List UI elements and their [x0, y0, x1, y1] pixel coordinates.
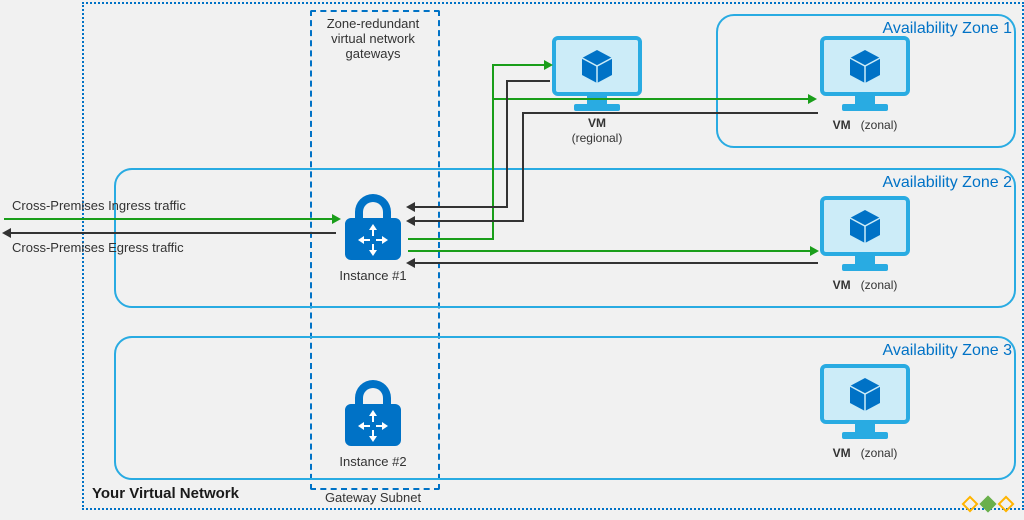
vm-zone3-caption: VM (zonal) — [800, 446, 930, 461]
flow-ingress-line — [4, 218, 336, 220]
vm-zone2-caption: VM (zonal) — [800, 278, 930, 293]
nav-dot-prev[interactable] — [962, 496, 979, 513]
flow-regvm-back-top — [506, 80, 550, 82]
gateway-subnet-title: Zone-redundant virtual network gateways — [310, 16, 436, 61]
vm-zone3-rest: (zonal) — [861, 446, 898, 460]
availability-zone-2-title: Availability Zone 2 — [114, 172, 1024, 192]
vm-zone2-rest: (zonal) — [861, 278, 898, 292]
flow-to-zone2-green — [408, 250, 812, 252]
flow-inst-to-regvm-v — [492, 64, 494, 240]
carousel-nav-dots[interactable] — [964, 498, 1012, 510]
vm-zone1-caption: VM (zonal) — [800, 118, 930, 133]
flow-regvm-back-v — [506, 80, 508, 208]
egress-traffic-label: Cross-Premises Egress traffic — [12, 240, 184, 255]
flow-regvm-back-arrow — [406, 202, 415, 212]
vm-regional-bold: VM — [588, 116, 606, 130]
flow-zone2-back-arrow — [406, 258, 415, 268]
flow-to-zone1-green-h — [492, 98, 810, 100]
vm-regional-rest: (regional) — [572, 131, 623, 145]
flow-zone1-back-arrow — [406, 216, 415, 226]
gw-title-line2: virtual network — [331, 31, 415, 46]
gw-title-line1: Zone-redundant — [327, 16, 420, 31]
gw-title-line3: gateways — [346, 46, 401, 61]
vm-regional-icon — [552, 36, 642, 114]
vm-regional-caption: VM (regional) — [552, 116, 642, 146]
flow-zone1-back-bot — [414, 220, 524, 222]
flow-zone2-back — [414, 262, 818, 264]
flow-to-zone1-green-arrow — [808, 94, 817, 104]
vm-zone2-bold: VM — [833, 278, 851, 292]
flow-regvm-back-bot — [414, 206, 508, 208]
vm-zone1-rest: (zonal) — [861, 118, 898, 132]
flow-zone1-back-top — [522, 112, 818, 114]
flow-inst-to-regvm-h — [408, 238, 494, 240]
flow-egress-line — [10, 232, 336, 234]
flow-inst-to-regvm-top — [492, 64, 546, 66]
nav-dot-next[interactable] — [998, 496, 1015, 513]
vm-zone1-bold: VM — [833, 118, 851, 132]
availability-zone-3-title: Availability Zone 3 — [114, 340, 1024, 360]
gateway-subnet-caption: Gateway Subnet — [310, 490, 436, 505]
ingress-traffic-label: Cross-Premises Ingress traffic — [12, 198, 186, 213]
virtual-network-label: Your Virtual Network — [92, 485, 239, 502]
flow-inst-to-regvm-arrow — [544, 60, 553, 70]
vm-zone1-icon — [820, 36, 910, 114]
flow-egress-arrow — [2, 228, 11, 238]
nav-dot-current[interactable] — [980, 496, 997, 513]
vm-zone3-icon — [820, 364, 910, 442]
availability-zone-1-title: Availability Zone 1 — [716, 18, 1024, 38]
flow-zone1-back-v — [522, 112, 524, 222]
flow-ingress-arrow — [332, 214, 341, 224]
vm-zone3-bold: VM — [833, 446, 851, 460]
flow-to-zone2-green-arrow — [810, 246, 819, 256]
vm-zone2-icon — [820, 196, 910, 274]
